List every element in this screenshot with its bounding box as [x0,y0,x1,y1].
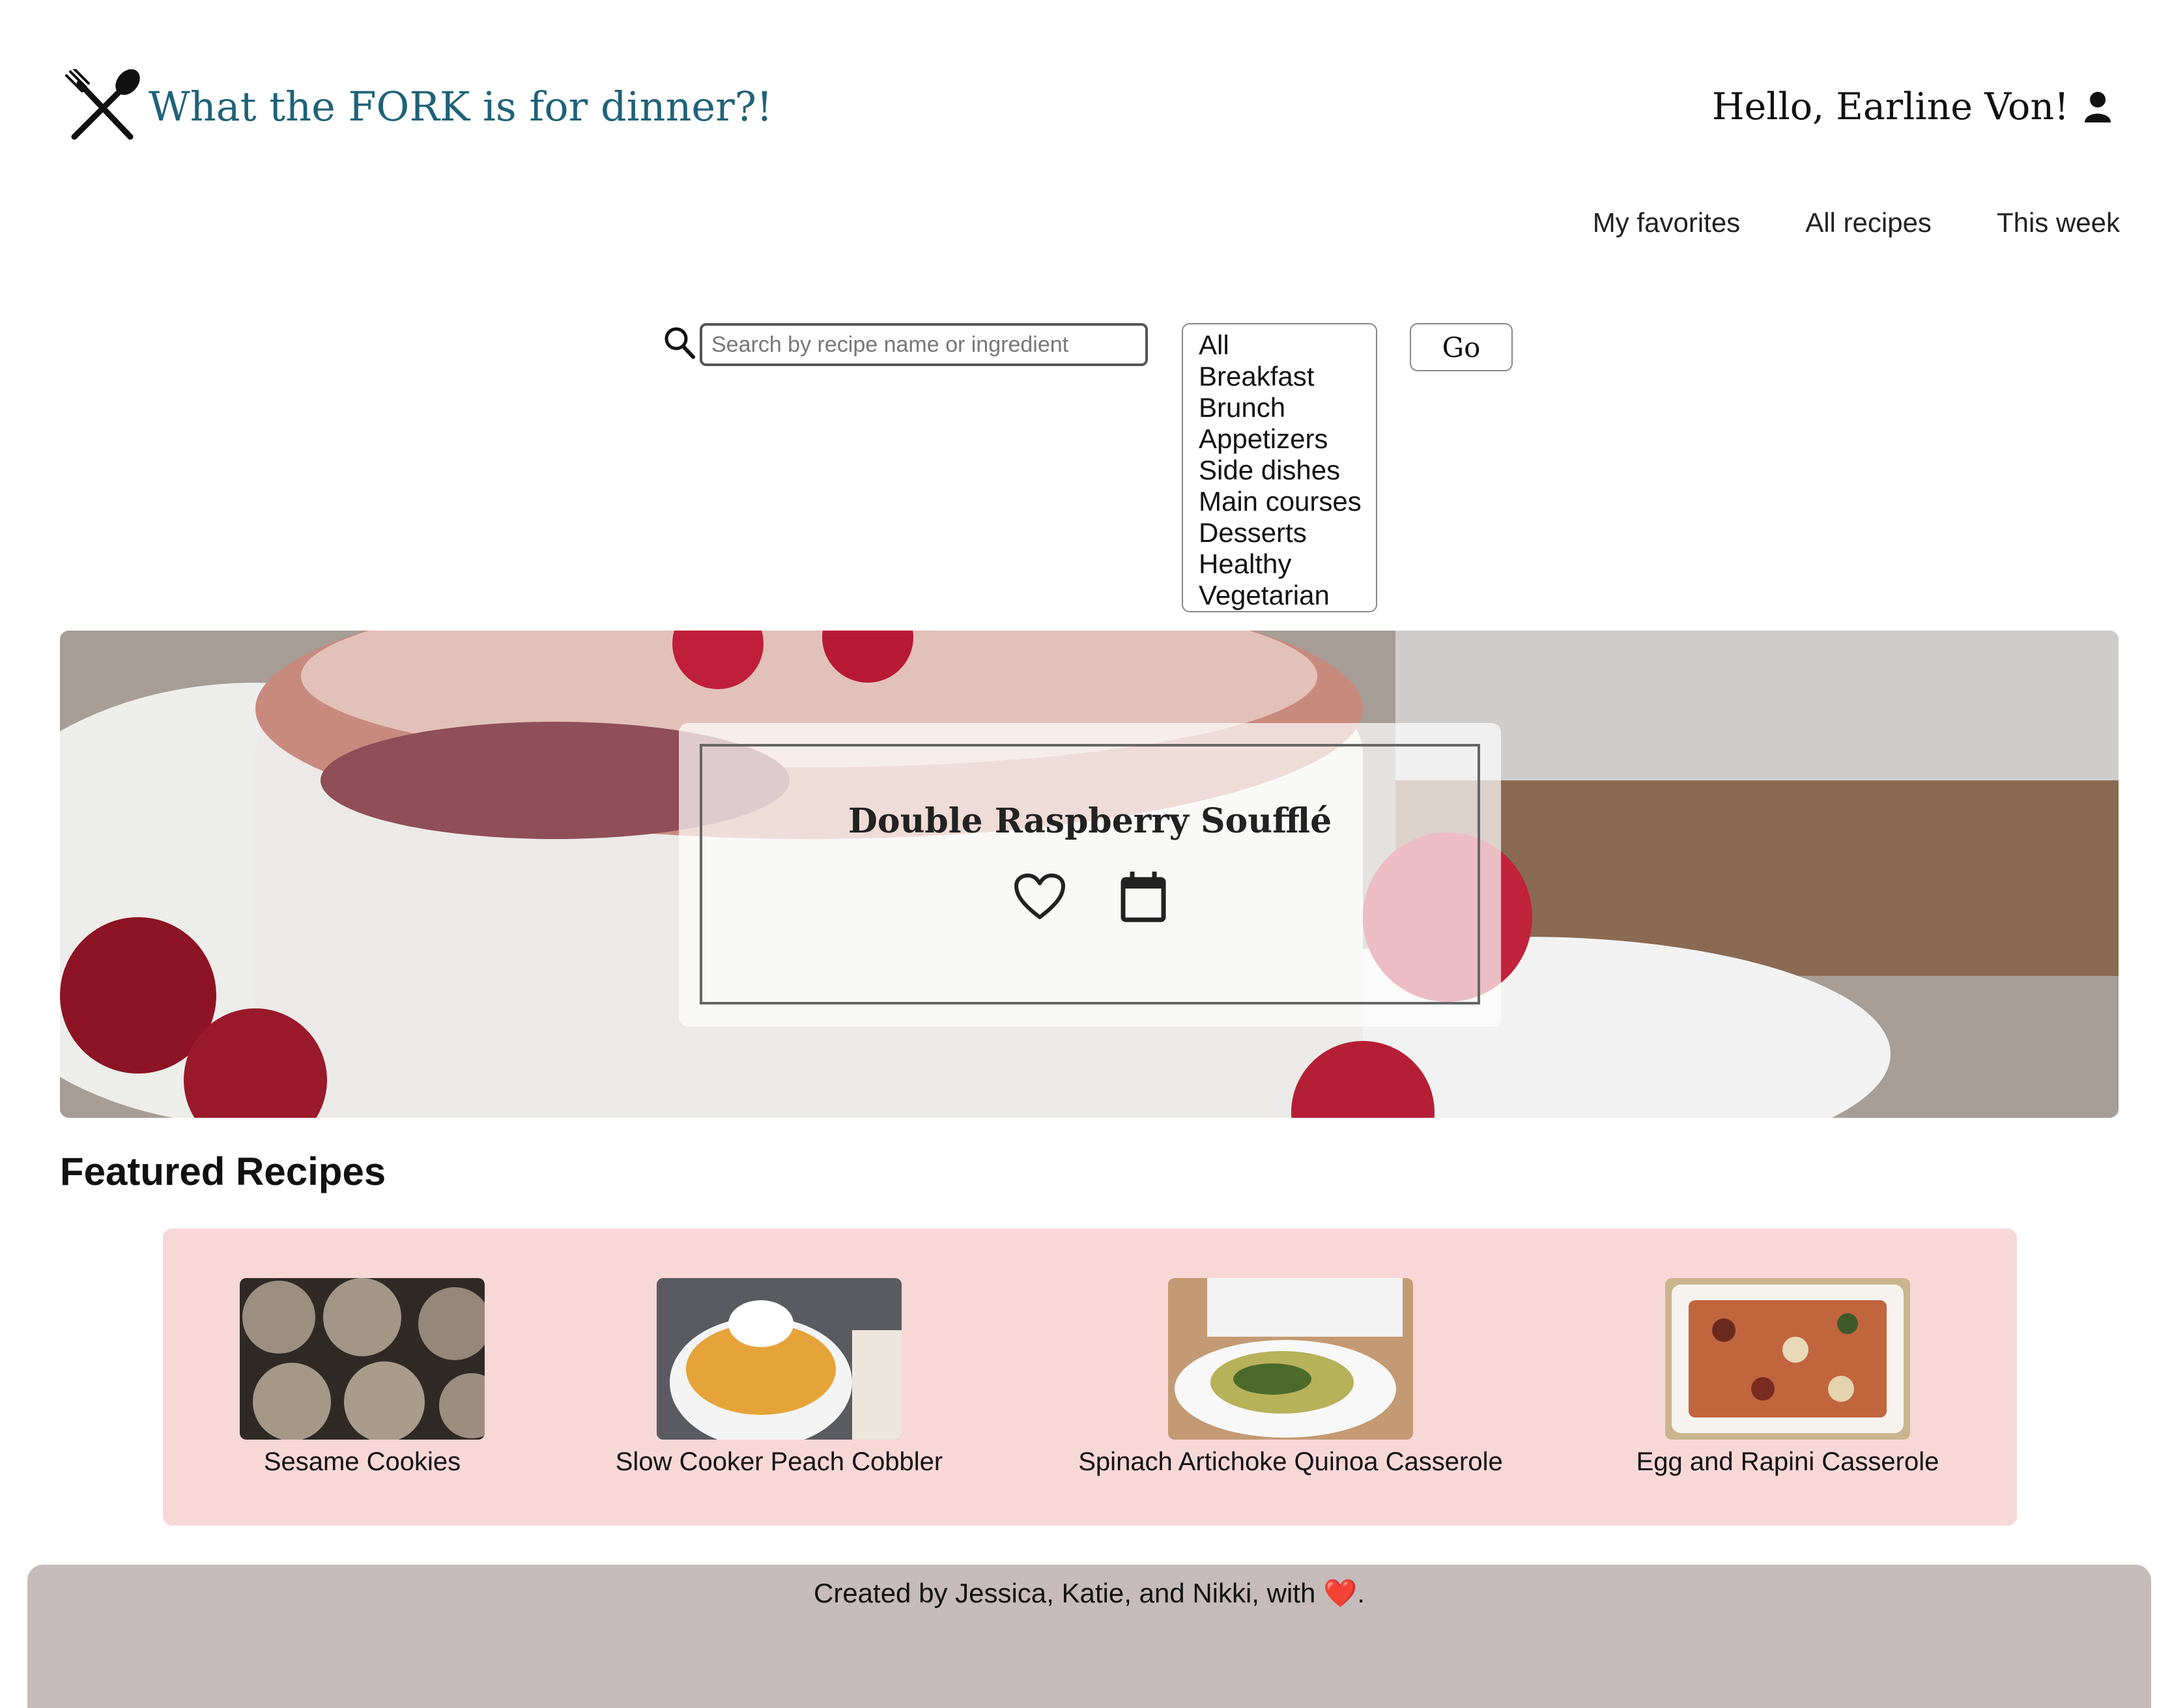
recipe-card-spinach-artichoke-quinoa-casserole[interactable]: Spinach Artichoke Quinoa Casserole [1072,1278,1509,1477]
recipe-card-slow-cooker-peach-cobbler[interactable]: Slow Cooker Peach Cobbler [610,1278,949,1477]
site-title[interactable]: What the FORK is for dinner?! [149,77,773,137]
recipe-thumbnail [657,1278,902,1440]
category-option-side-dishes[interactable]: Side dishes [1199,455,1360,486]
nav-my-favorites[interactable]: My favorites [1593,207,1740,238]
red-heart-icon: ❤️ [1323,1578,1358,1608]
recipe-thumbnail [240,1278,485,1440]
search-input[interactable] [700,323,1148,366]
recipe-name: Egg and Rapini Casserole [1636,1447,1939,1476]
footer-credits-text: Created by Jessica, Katie, and Nikki, wi… [814,1578,1316,1608]
heart-icon[interactable] [1014,873,1066,921]
fork-spoon-logo-icon [65,69,140,140]
greeting-text: Hello, Earline Von! [1711,85,2069,128]
recipe-name: Spinach Artichoke Quinoa Casserole [1078,1447,1503,1476]
recipe-name: Slow Cooker Peach Cobbler [615,1447,943,1476]
category-option-main-courses[interactable]: Main courses [1199,486,1362,517]
go-button[interactable]: Go [1410,323,1513,371]
hero-card-border [700,744,1480,1004]
footer-period: . [1357,1578,1365,1608]
recipe-name: Sesame Cookies [263,1447,461,1476]
footer-credits: Created by Jessica, Katie, and Nikki, wi… [27,1578,2151,1610]
category-option-healthy[interactable]: Healthy [1199,548,1360,580]
recipe-card-egg-and-rapini-casserole[interactable]: Egg and Rapini Casserole [1633,1278,1943,1477]
recipe-thumbnail [1168,1278,1413,1440]
user-greeting: Hello, Earline Von! [1712,77,2112,137]
category-option-desserts[interactable]: Desserts [1199,517,1360,548]
category-option-vegetarian[interactable]: Vegetarian [1199,580,1360,611]
calendar-icon[interactable] [1119,870,1167,922]
featured-heading: Featured Recipes [60,1150,386,1193]
user-icon[interactable] [2083,91,2112,122]
recipe-card-sesame-cookies[interactable]: Sesame Cookies [240,1278,485,1477]
category-option-brunch[interactable]: Brunch [1199,392,1360,423]
category-option-appetizers[interactable]: Appetizers [1199,423,1360,455]
hero-recipe-title[interactable]: Double Raspberry Soufflé [700,801,1480,841]
main-nav: My favorites All recipes This week [1593,207,2120,238]
category-option-all[interactable]: All [1199,330,1360,361]
nav-this-week[interactable]: This week [1997,207,2120,238]
nav-all-recipes[interactable]: All recipes [1805,207,1932,238]
category-select[interactable]: All Breakfast Brunch Appetizers Side dis… [1182,323,1377,612]
recipe-thumbnail [1665,1278,1910,1440]
category-option-breakfast[interactable]: Breakfast [1199,361,1360,392]
search-icon [664,327,695,359]
